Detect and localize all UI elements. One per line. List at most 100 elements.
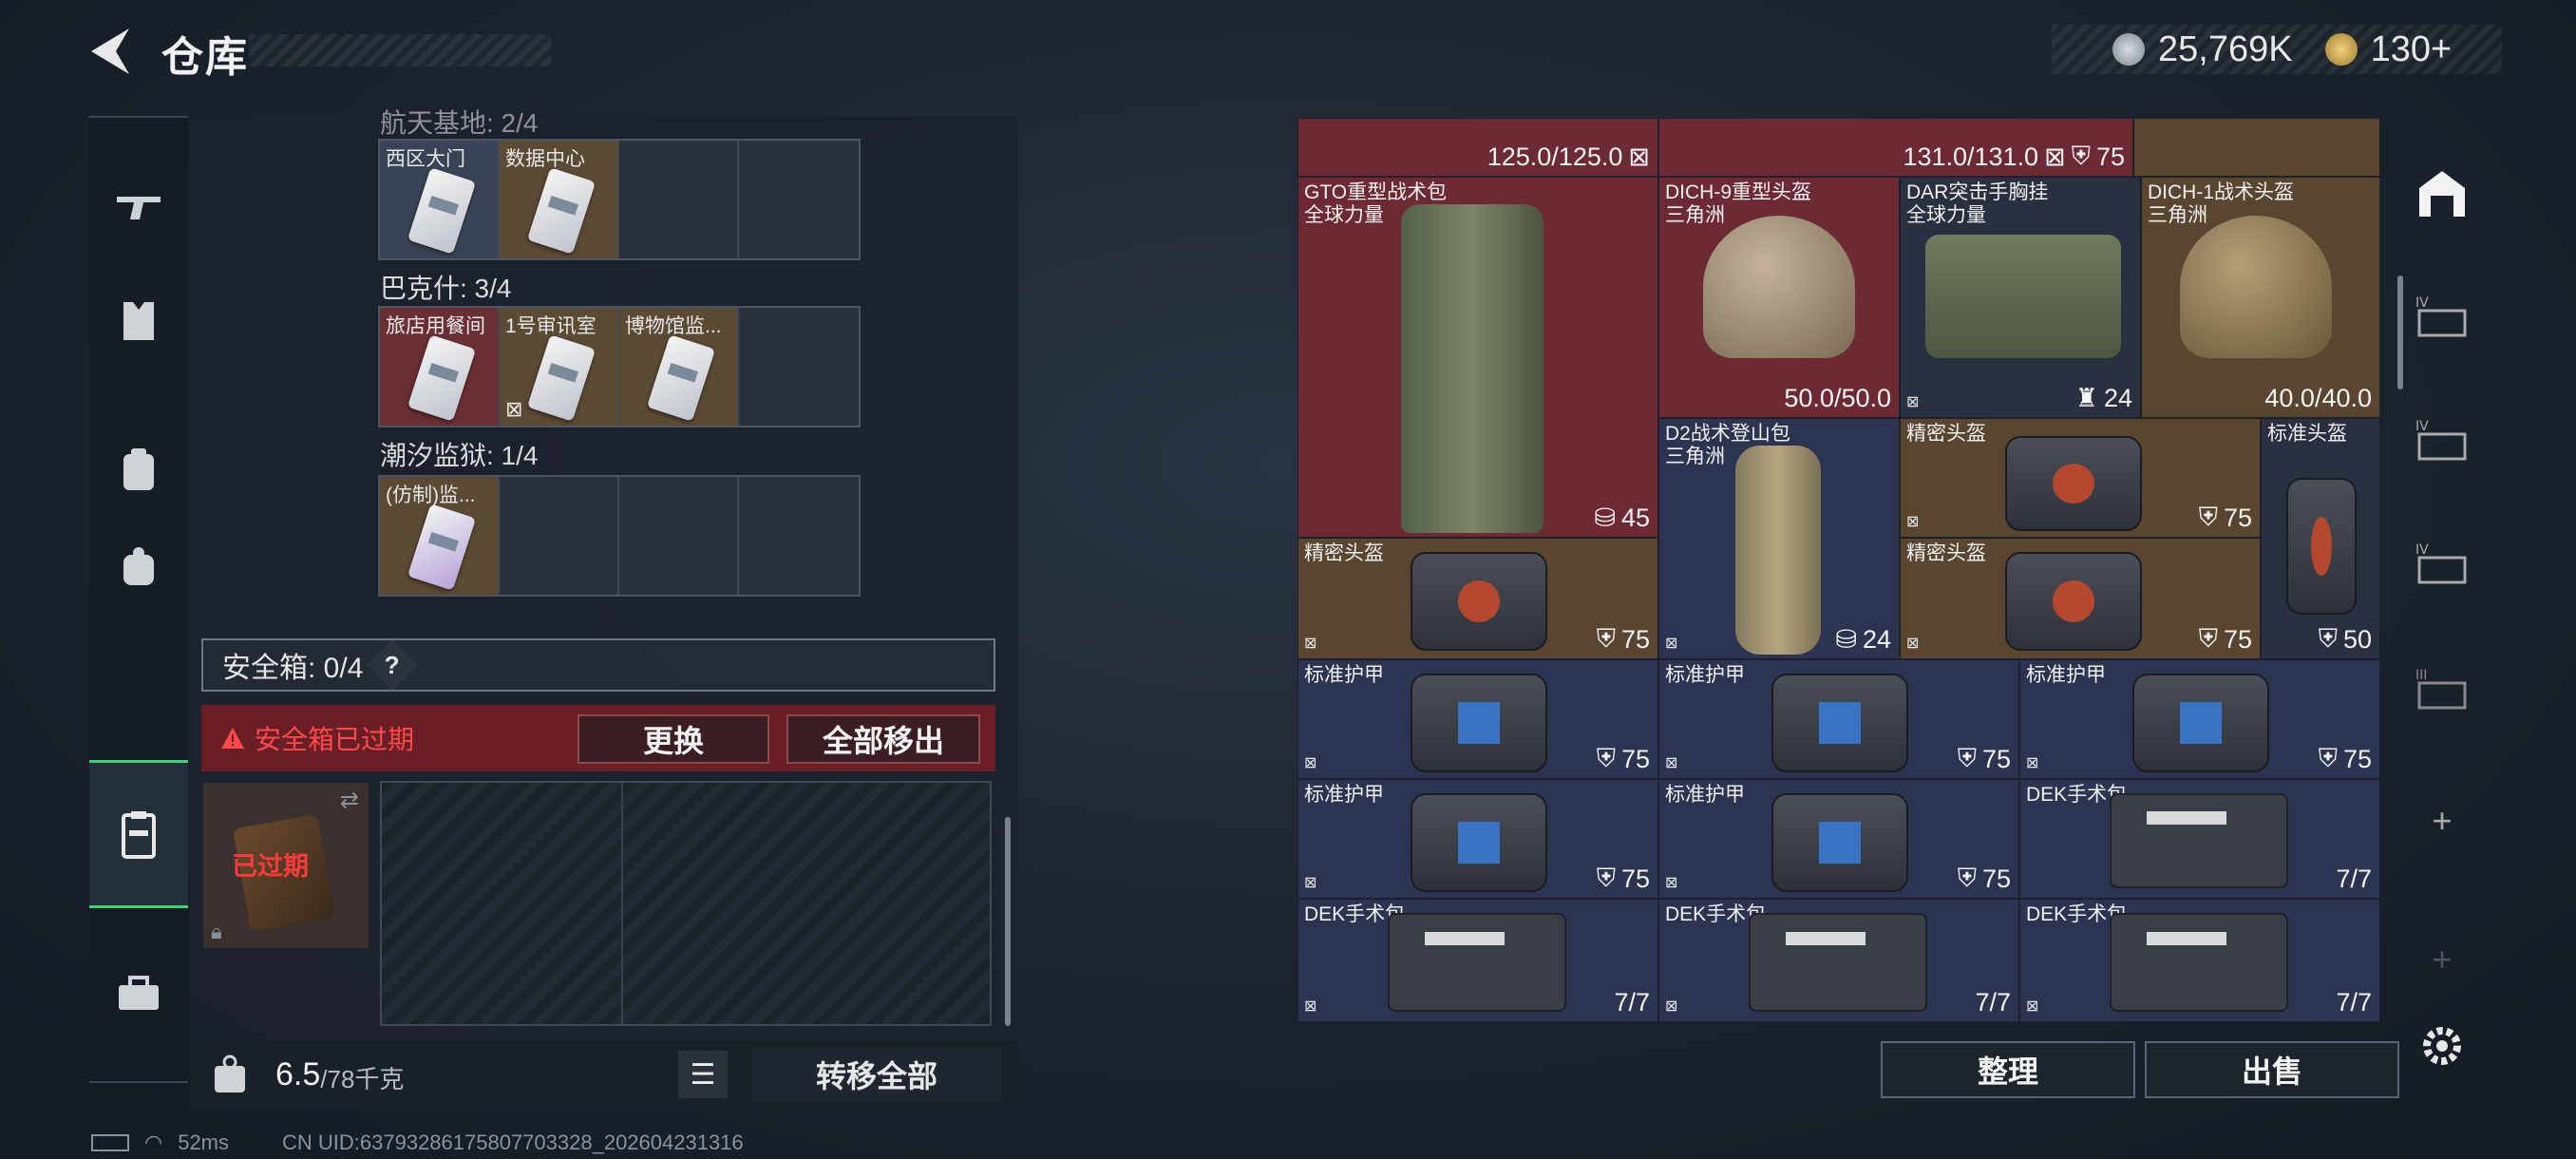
add-icon[interactable]: + [2409,940,2475,978]
item-cell-precision-helmet[interactable]: 精密头盔 ⛨ 75 ⊠ [1900,418,2261,538]
item-cell-standard-armor[interactable]: 标准护甲 ⛨ 75 ⊠ [1297,779,1658,899]
item-cell-medkit[interactable]: DEK手术包 7/7 [2019,779,2380,899]
keycard-slot[interactable]: 西区大门 [380,141,500,258]
swap-icon: ⇄ [339,788,359,813]
item-name: 精密头盔 [1906,542,1986,564]
list-view-icon[interactable]: ☰ [678,1051,728,1098]
item-cell-gto-backpack[interactable]: GTO重型战术包 全球力量 ⛁ 45 [1297,177,1658,538]
warehouse-icon[interactable] [2409,156,2475,232]
no-trade-icon: ⊠ [1906,394,1920,410]
item-cell-standard-armor[interactable]: 标准护甲 ⛨ 75 ⊠ [1658,659,2019,779]
left-scrollbar[interactable] [1005,817,1011,1026]
item-name: 标准护甲 [1665,664,1745,686]
item-name: 标准护甲 [1304,784,1384,806]
move-all-out-button[interactable]: 全部移出 [786,714,980,764]
weight-bar: 6.5 /78千克 ☰ 转移全部 [190,1041,1018,1108]
item-cell-partial[interactable]: 131.0/131.0 ⊠ ⛨ 75 [1658,118,2133,177]
item-name: DAR突击手胸挂 全球力量 [1906,181,2049,226]
item-cell-standard-armor[interactable]: 标准护甲 ⛨ 75 ⊠ [1297,659,1658,779]
no-trade-icon: ⊠ [1665,755,1678,771]
item-cell-dich1-helmet[interactable]: DICH-1战术头盔 三角洲 40.0/40.0 [2141,177,2380,418]
replace-button[interactable]: 更换 [578,714,769,764]
item-cell-precision-helmet[interactable]: 精密头盔 ⛨ 75 ⊠ [1297,538,1658,659]
svg-text:IV: IV [2415,542,2429,558]
item-cell-medkit[interactable]: DEK手术包 7/7 ⊠ [1297,899,1658,1022]
battery-icon [91,1134,129,1151]
keycard-image [407,167,477,255]
item-cell-precision-helmet[interactable]: 精密头盔 ⛨ 75 ⊠ [1900,538,2261,659]
sell-button[interactable]: 出售 [2145,1041,2399,1098]
safebox-item[interactable]: 已过期 ⇄ 🔒︎ [203,783,369,948]
item-cell-medkit[interactable]: DEK手术包 7/7 ⊠ [1658,899,2019,1022]
backpack-image [1401,204,1544,533]
keycard-slot[interactable]: 旅店用餐间 [380,308,500,426]
currency-bar: 25,769K 130+ [2052,25,2502,74]
warehouse-IV-icon[interactable]: IV [2409,526,2475,602]
item-cell-medkit[interactable]: DEK手术包 7/7 ⊠ [2019,899,2380,1022]
armor-image [1411,674,1547,772]
group-label: 潮汐监狱: 1/4 [380,441,539,470]
keycard-slot[interactable]: 博物馆监... [619,308,739,426]
gold-coin-icon [2324,33,2358,66]
settings-icon[interactable] [2418,1022,2466,1070]
keycard-slot[interactable]: 1号审讯室 ⊠ [500,308,619,426]
toolbox-icon[interactable] [89,946,188,1041]
item-cell-standard-helmet[interactable]: 标准头盔 ⛨ 50 [2261,418,2380,659]
no-trade-icon: ⊠ [1665,998,1678,1015]
empty-slot[interactable] [500,477,619,595]
weight-max: /78千克 [320,1064,405,1093]
armor-vest-icon[interactable] [89,274,188,369]
medkit-image [2110,913,2288,1012]
title-decoration [249,34,551,66]
safebox-icon[interactable] [89,760,188,908]
group-label-cut: 航天基地: 2/4 [380,108,539,138]
capacity-icon: ⛁ [1594,504,1616,532]
left-category-nav [89,116,188,1083]
keycard-slot[interactable]: (仿制)监... [380,477,500,595]
helmet-image [2180,216,2332,358]
warning-icon [221,728,244,749]
armor-shield-icon: ⛨ [2071,142,2091,170]
keycard-slot[interactable]: 数据中心 [500,141,619,258]
transfer-all-button[interactable]: 转移全部 [752,1047,1001,1102]
bag-icon[interactable] [89,519,188,614]
armor-shield-icon: ⛨ [2198,624,2218,653]
page-title: 仓库 [161,34,249,81]
item-cell-dich9-helmet[interactable]: DICH-9重型头盔 三角洲 50.0/50.0 [1658,177,1900,418]
armor-shield-icon: ⛨ [1596,744,1616,772]
add-icon[interactable]: + [2409,801,2475,840]
empty-slot[interactable] [619,477,739,595]
empty-slot[interactable] [619,141,739,258]
empty-slot[interactable] [739,308,859,426]
item-name: 标准护甲 [1304,664,1384,686]
gun-icon[interactable] [89,160,188,255]
item-cell-standard-armor[interactable]: 标准护甲 ⛨ 75 ⊠ [2019,659,2380,779]
safebox-expired-label: 已过期 [232,852,309,881]
backpack-icon[interactable] [89,422,188,517]
no-trade-icon: ⊠ [1304,875,1317,891]
warehouse-IV-icon[interactable]: IV [2409,279,2475,355]
keycard-image [407,334,477,422]
no-trade-icon: ⊠ [1304,998,1317,1015]
sort-button[interactable]: 整理 [1881,1041,2135,1098]
warehouse-III-icon[interactable]: III [2409,652,2475,728]
silver-currency-value: 25,769K [2158,28,2293,69]
no-trade-icon: ⊠ [2026,998,2039,1015]
item-name: 精密头盔 [1304,542,1384,564]
item-cell-d2-pack[interactable]: D2战术登山包 三角洲 ⛁ 24 ⊠ [1658,418,1900,659]
safebox-storage-grid[interactable] [380,781,992,1026]
help-icon[interactable]: ? [367,639,419,691]
item-cell-dar-vest[interactable]: DAR突击手胸挂 全球力量 ♜ 24 ⊠ [1900,177,2141,418]
keycard-image [526,167,597,255]
warehouse-IV-icon[interactable]: IV [2409,403,2475,479]
item-name: 精密头盔 [1906,423,1986,445]
keycard-slot-row: 旅店用餐间 1号审讯室 ⊠ 博物馆监... [378,306,861,428]
no-trade-icon: ⊠ [2044,142,2066,171]
back-arrow-icon[interactable] [87,25,133,78]
item-cell-partial[interactable]: 125.0/125.0 ⊠ [1297,118,1658,177]
empty-slot[interactable] [739,477,859,595]
item-cell-partial[interactable] [2133,118,2380,177]
right-scrollbar[interactable] [2397,276,2403,390]
item-cell-standard-armor[interactable]: 标准护甲 ⛨ 75 ⊠ [1658,779,2019,899]
empty-slot[interactable] [739,141,859,258]
